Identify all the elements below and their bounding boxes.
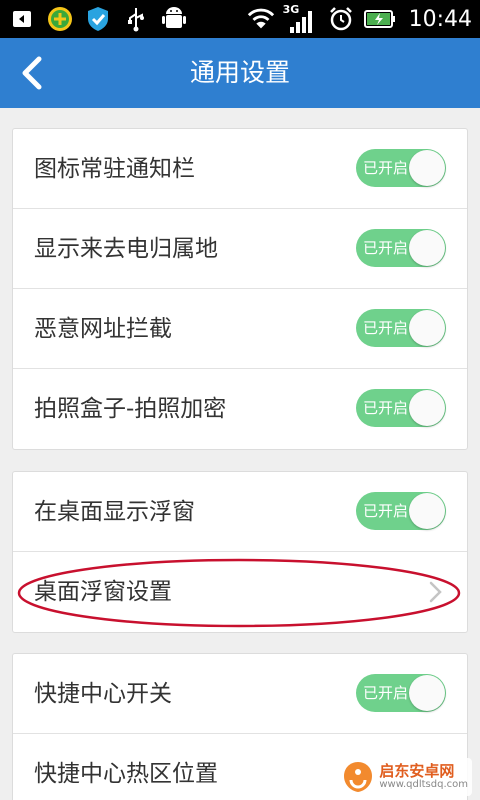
- status-time: 10:44: [408, 6, 472, 32]
- setting-row-malicious-url-block[interactable]: 恶意网址拦截 已开启: [13, 289, 467, 369]
- setting-row-notification-icon[interactable]: 图标常驻通知栏 已开启: [13, 129, 467, 209]
- setting-label: 在桌面显示浮窗: [34, 499, 195, 525]
- usb-icon: [122, 3, 150, 35]
- watermark-title: 启东安卓网: [379, 761, 455, 780]
- signal-icon: 3G: [283, 3, 319, 35]
- toggle-state-label: 已开启: [363, 239, 409, 257]
- settings-group-floating-window: 在桌面显示浮窗 已开启 桌面浮窗设置: [12, 471, 468, 633]
- toggle-state-label: 已开启: [363, 684, 409, 702]
- toggle-state-label: 已开启: [363, 319, 409, 337]
- setting-row-quick-center-switch[interactable]: 快捷中心开关 已开启: [13, 654, 467, 734]
- toggle-state-label: 已开启: [363, 399, 409, 417]
- title-bar: 通用设置: [0, 38, 480, 108]
- setting-label: 图标常驻通知栏: [34, 156, 195, 182]
- android-debug-icon: [160, 3, 188, 35]
- battery-charging-icon: [363, 3, 397, 35]
- setting-label: 恶意网址拦截: [34, 316, 172, 342]
- toggle-state-label: 已开启: [363, 502, 409, 520]
- setting-row-desktop-float[interactable]: 在桌面显示浮窗 已开启: [13, 472, 467, 552]
- toggle-switch[interactable]: 已开启: [356, 389, 446, 427]
- status-bar: 3G 10:44: [0, 0, 480, 38]
- toggle-knob: [409, 150, 445, 186]
- wifi-icon: [247, 3, 275, 35]
- setting-label: 快捷中心开关: [34, 681, 172, 707]
- settings-group-general: 图标常驻通知栏 已开启 显示来去电归属地 已开启 恶意网址拦截 已开启 拍照盒子…: [12, 128, 468, 450]
- setting-label: 快捷中心热区位置: [34, 761, 218, 787]
- watermark-logo-icon: [344, 762, 373, 792]
- setting-row-caller-location[interactable]: 显示来去电归属地 已开启: [13, 209, 467, 289]
- toggle-knob: [409, 310, 445, 346]
- page-title: 通用设置: [189, 58, 290, 87]
- toggle-switch[interactable]: 已开启: [356, 229, 446, 267]
- toggle-switch[interactable]: 已开启: [356, 149, 446, 187]
- setting-label: 桌面浮窗设置: [34, 579, 172, 605]
- toggle-knob: [409, 230, 445, 266]
- notification-icon: [8, 3, 36, 35]
- toggle-knob: [409, 390, 445, 426]
- 360-security-icon: [46, 3, 74, 35]
- back-chevron-icon: [22, 56, 42, 90]
- setting-row-float-settings[interactable]: 桌面浮窗设置: [13, 552, 467, 632]
- watermark: 启东安卓网 www.qdltsdq.com: [337, 758, 472, 796]
- setting-row-photo-box-encrypt[interactable]: 拍照盒子-拍照加密 已开启: [13, 369, 467, 449]
- toggle-switch[interactable]: 已开启: [356, 309, 446, 347]
- toggle-knob: [409, 493, 445, 529]
- network-type-label: 3G: [282, 3, 300, 16]
- chevron-right-icon: [429, 581, 442, 603]
- back-button[interactable]: [10, 50, 54, 96]
- toggle-knob: [409, 675, 445, 711]
- toggle-state-label: 已开启: [363, 159, 409, 177]
- alarm-icon: [327, 3, 355, 35]
- toggle-switch[interactable]: 已开启: [356, 492, 446, 530]
- shield-check-icon: [84, 3, 112, 35]
- watermark-url: www.qdltsdq.com: [379, 778, 468, 790]
- toggle-switch[interactable]: 已开启: [356, 674, 446, 712]
- setting-label: 拍照盒子-拍照加密: [34, 396, 227, 422]
- setting-label: 显示来去电归属地: [34, 236, 218, 262]
